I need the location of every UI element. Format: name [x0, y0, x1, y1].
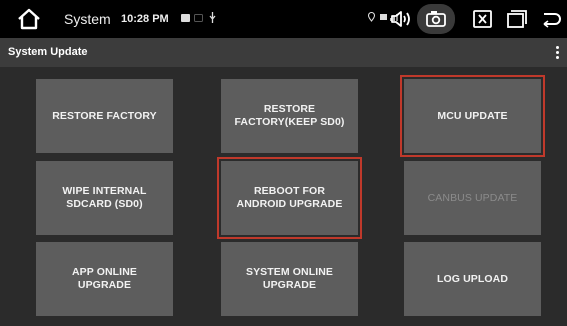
reboot-for-android-upgrade-button[interactable]: REBOOT FOR ANDROID UPGRADE [217, 157, 362, 239]
location-icon [368, 12, 375, 22]
mcu-update-button[interactable]: MCU UPDATE [400, 75, 545, 157]
home-icon[interactable] [16, 7, 42, 31]
log-upload-button[interactable]: LOG UPLOAD [404, 242, 541, 316]
notification-icon [181, 14, 190, 22]
page-title: System Update [8, 46, 88, 58]
back-icon[interactable] [540, 8, 564, 30]
status-time: 10:28 PM [121, 13, 169, 25]
status-bar: System 10:28 PM [0, 0, 567, 38]
settings-grid: RESTORE FACTORY RESTORE FACTORY(KEEP SD0… [0, 67, 567, 326]
system-online-upgrade-button[interactable]: SYSTEM ONLINE UPGRADE [221, 242, 358, 316]
recent-apps-icon[interactable] [505, 8, 529, 30]
app-online-upgrade-button[interactable]: APP ONLINE UPGRADE [36, 242, 173, 316]
wipe-internal-sdcard-button[interactable]: WIPE INTERNAL SDCARD (SD0) [36, 161, 173, 235]
camera-icon [426, 11, 446, 27]
restore-factory-button[interactable]: RESTORE FACTORY [36, 79, 173, 153]
restore-factory-keep-sd0-button[interactable]: RESTORE FACTORY(KEEP SD0) [221, 79, 358, 153]
camera-button[interactable] [417, 4, 455, 34]
overflow-menu-icon[interactable] [552, 45, 562, 61]
canbus-update-button: CANBUS UPDATE [404, 161, 541, 235]
usb-icon [209, 12, 216, 23]
status-app-title: System [64, 11, 111, 27]
app-bar: System Update [0, 38, 567, 67]
close-window-icon[interactable] [471, 8, 495, 30]
volume-icon[interactable] [389, 8, 413, 30]
gallery-icon [194, 14, 203, 22]
